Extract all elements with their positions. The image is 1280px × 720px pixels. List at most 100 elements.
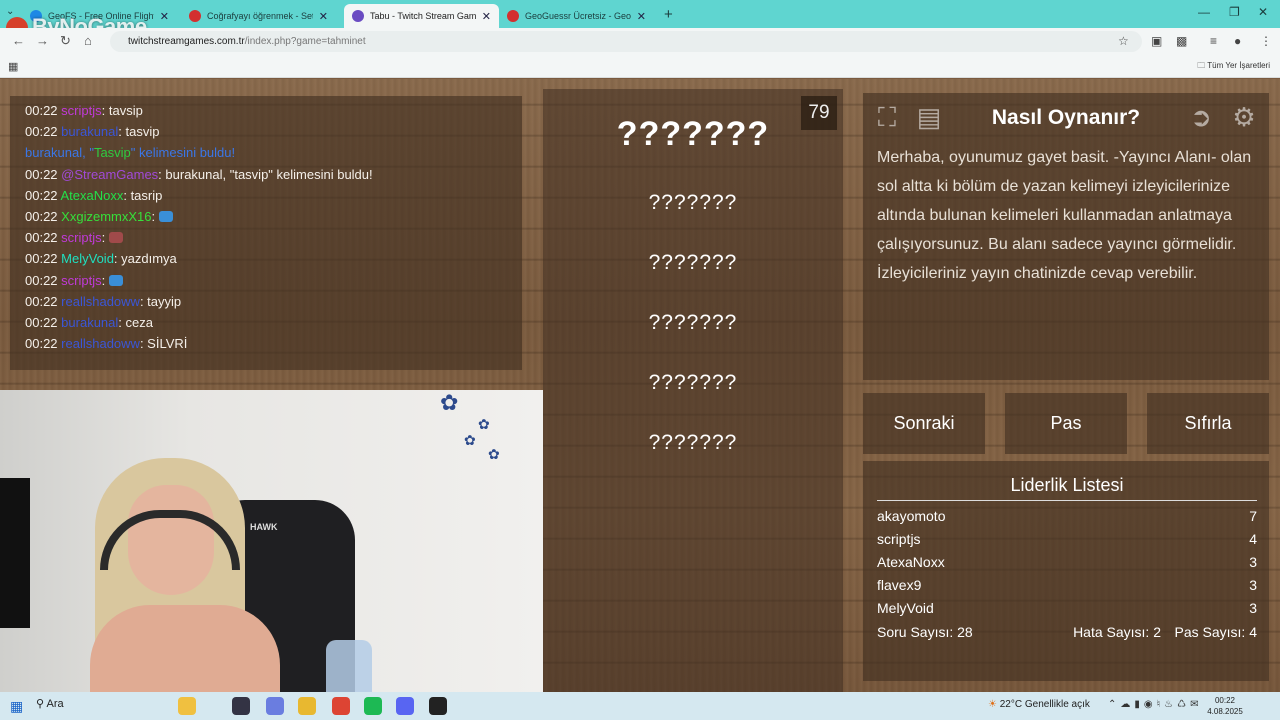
chat-separator: : (118, 124, 126, 140)
chat-username[interactable]: @StreamGames (61, 167, 158, 182)
game-page: 00:22 scriptjs: tavsip 00:22 burakunal: t… (0, 79, 1280, 692)
close-window-icon[interactable]: ✕ (1258, 5, 1268, 19)
new-tab-button[interactable]: + (664, 6, 673, 23)
webcam-feed: HAWK ✿ ✿ ✿ ✿ (0, 390, 543, 692)
taboo-word: ??????? (648, 371, 738, 394)
file-explorer-icon[interactable] (298, 697, 316, 715)
tab-close-icon[interactable]: ✕ (319, 10, 328, 23)
chat-text: tayyip (147, 293, 182, 309)
tab-favicon-icon (189, 10, 201, 22)
media-queue-icon[interactable]: ≡ (1210, 34, 1217, 48)
tab-close-icon[interactable]: ✕ (160, 10, 169, 23)
maximize-icon[interactable]: ❐ (1229, 5, 1240, 19)
leaderboard-title: Liderlik Listesi (877, 475, 1257, 501)
chat-username[interactable]: MelyVoid (61, 251, 114, 266)
chat-time: 00:22 (25, 124, 58, 140)
chat-text: ceza (125, 315, 153, 331)
butterfly-icon: ✿ (440, 390, 459, 415)
chat-message: 00:22 burakunal: tasvip (25, 121, 522, 142)
main-word: ??????? (616, 115, 770, 153)
chat-message: 00:22 reallshadoww: tayyip (25, 291, 522, 312)
system-tray[interactable]: ⌃☁▮◉♮♨♺✉ (1108, 699, 1203, 710)
browser-tab[interactable]: GeoGuessr Ücretsiz - GeoGuess ✕ (499, 4, 654, 28)
player-name: AtexaNoxx (877, 554, 945, 570)
chrome-icon[interactable] (332, 697, 350, 715)
tab-label: Coğrafyayı öğrenmek - Seterra (207, 11, 313, 21)
widgets-icon[interactable] (178, 697, 196, 715)
chat-panel: 00:22 scriptjs: tavsip 00:22 burakunal: t… (10, 96, 522, 370)
spotify-icon[interactable] (364, 697, 382, 715)
leaderboard-row: flavex9 3 (877, 577, 1257, 593)
taboo-word: ??????? (648, 311, 738, 334)
bookmark-star-icon[interactable]: ☆ (1118, 34, 1129, 48)
obs-icon[interactable] (429, 697, 447, 715)
menu-kebab-icon[interactable]: ⋮ (1260, 34, 1272, 48)
chat-username[interactable]: burakunal (61, 124, 118, 139)
tab-label: Tabu - Twitch Stream Games (370, 11, 476, 21)
found-suffix: " kelimesini buldu! (130, 145, 236, 161)
leaderboard-row: MelyVoid 3 (877, 600, 1257, 616)
reset-button[interactable]: Sıfırla (1147, 393, 1269, 454)
taboo-word: ??????? (648, 431, 738, 454)
chat-username[interactable]: reallshadoww (61, 336, 140, 351)
apps-grid-icon[interactable]: ▦ (8, 60, 18, 73)
chat-time: 00:22 (25, 103, 58, 118)
profile-avatar-icon[interactable]: ● (1234, 34, 1241, 48)
butterfly-icon: ✿ (488, 446, 500, 462)
browser-tab[interactable]: Tabu - Twitch Stream Games ✕ (344, 4, 499, 28)
extensions-icon[interactable]: ▩ (1176, 34, 1187, 48)
chat-username[interactable]: burakunal (61, 315, 118, 330)
player-name: akayomoto (877, 508, 946, 524)
back-icon[interactable]: ← (12, 33, 25, 48)
tab-close-icon[interactable]: ✕ (482, 10, 491, 23)
tab-close-icon[interactable]: ✕ (637, 10, 646, 23)
chat-username[interactable]: scriptjs (61, 103, 101, 118)
exit-icon[interactable]: ➲ (1185, 101, 1217, 133)
taskbar-search-label: Ara (46, 698, 64, 710)
chat-text: tavsip (108, 103, 143, 118)
discord-icon[interactable] (396, 697, 414, 715)
chat-text: SİLVRİ (147, 336, 188, 352)
chat-text: tasrip (130, 187, 163, 203)
weather-widget[interactable]: ☀ 22°C Genellikle açık (988, 699, 1090, 710)
minimize-icon[interactable]: — (1198, 5, 1210, 19)
chat-time: 00:22 (25, 272, 58, 288)
chat-username[interactable]: AtexaNoxx (60, 188, 123, 203)
settings-gear-icon[interactable]: ⚙ (1228, 101, 1260, 133)
folder-icon: 🗀 (1197, 61, 1206, 70)
chat-username[interactable]: scriptjs (61, 273, 101, 288)
taskbar-search[interactable]: ⚲ Ara (36, 697, 64, 710)
leaderboard-panel: Liderlik Listesi akayomoto 7 scriptjs 4 Atex… (863, 461, 1269, 681)
copilot-icon[interactable] (266, 697, 284, 715)
next-button[interactable]: Sonraki (863, 393, 985, 454)
chat-time: 00:22 (25, 209, 58, 225)
found-word: Tasvip (93, 145, 131, 161)
tab-favicon-icon (507, 10, 519, 22)
chat-separator: : (118, 315, 126, 331)
chat-message: 00:22 scriptjs: (25, 227, 522, 248)
task-view-icon[interactable] (232, 697, 250, 715)
all-bookmarks-button[interactable]: 🗀 Tüm Yer İşaretleri (1197, 60, 1270, 74)
pass-button[interactable]: Pas (1005, 393, 1127, 454)
chat-message: 00:22 @StreamGames: burakunal, "tasvip" … (25, 164, 522, 185)
home-icon[interactable]: ⌂ (84, 33, 92, 48)
chat-username[interactable]: scriptjs (61, 230, 101, 245)
tab-label: GeoGuessr Ücretsiz - GeoGuess (525, 11, 631, 21)
browser-tab[interactable]: Coğrafyayı öğrenmek - Seterra ✕ (181, 4, 336, 28)
screenshot-icon[interactable]: ▣ (1151, 34, 1162, 48)
player-score: 3 (1249, 600, 1257, 616)
chat-text: burakunal, "tasvip" kelimesini buldu! (165, 166, 373, 182)
windows-start-icon[interactable]: ▦ (10, 698, 23, 715)
tab-favicon-icon (352, 10, 364, 22)
chat-username[interactable]: reallshadoww (61, 294, 140, 309)
forward-icon[interactable]: → (36, 33, 49, 48)
chat-separator: : (123, 187, 131, 203)
reload-icon[interactable]: ↻ (60, 33, 71, 49)
chat-message: 00:22 scriptjs: (25, 270, 522, 291)
taskbar-clock[interactable]: 00:22 4.08.2025 (1200, 695, 1250, 717)
chat-text: tasvip (125, 124, 160, 140)
url-field[interactable]: twitchstreamgames.com.tr/index.php?game=… (110, 31, 1142, 52)
chat-username[interactable]: XxgizemmxX16 (61, 209, 151, 224)
windows-taskbar: ▦ ⚲ Ara ☀ 22°C Genellikle açık ⌃☁▮◉♮♨♺✉ … (0, 692, 1280, 720)
chat-emote-icon (158, 211, 173, 223)
